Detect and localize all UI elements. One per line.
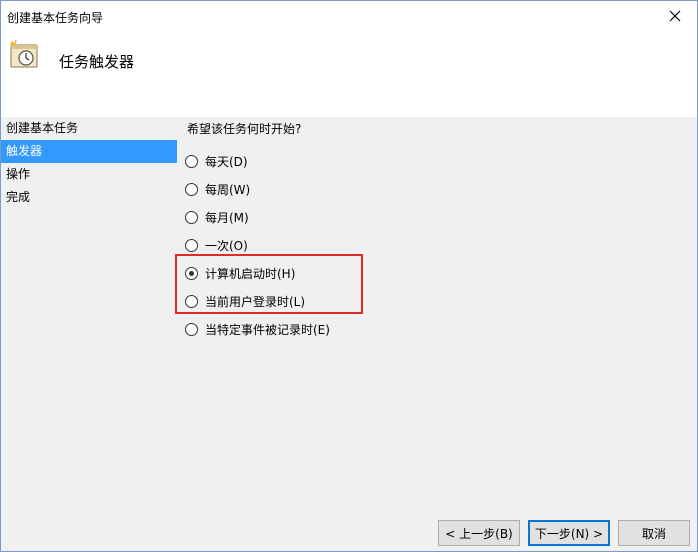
- task-clock-icon: [9, 39, 38, 68]
- wizard-body: 创建基本任务 触发器 操作 完成 希望该任务何时开始? 每天(D) 每周(W) …: [1, 117, 697, 551]
- window-title: 创建基本任务向导: [7, 11, 104, 25]
- radio-button[interactable]: [185, 238, 198, 252]
- option-label: 当特定事件被记录时(E): [205, 322, 330, 337]
- question-label: 希望该任务何时开始?: [187, 122, 302, 136]
- option-daily[interactable]: 每天(D): [185, 152, 248, 170]
- option-label: 每周(W): [205, 182, 251, 197]
- page-title: 任务触发器: [59, 53, 135, 71]
- option-weekly[interactable]: 每周(W): [185, 180, 250, 198]
- option-label: 每天(D): [205, 154, 248, 169]
- radio-button[interactable]: [185, 210, 198, 224]
- close-icon: [669, 10, 681, 22]
- option-label: 每月(M): [205, 210, 249, 225]
- option-once[interactable]: 一次(O): [185, 236, 248, 254]
- radio-button[interactable]: [185, 322, 198, 336]
- next-button[interactable]: 下一步(N) >: [528, 520, 610, 546]
- step-action[interactable]: 操作: [1, 163, 177, 186]
- cancel-button[interactable]: 取消: [618, 520, 690, 546]
- highlight-annotation: [175, 254, 363, 314]
- step-finish[interactable]: 完成: [1, 186, 177, 209]
- close-button[interactable]: [653, 1, 697, 31]
- radio-button[interactable]: [185, 154, 198, 168]
- back-button[interactable]: < 上一步(B): [438, 520, 520, 546]
- option-monthly[interactable]: 每月(M): [185, 208, 249, 226]
- step-trigger[interactable]: 触发器: [1, 140, 177, 163]
- step-list: 创建基本任务 触发器 操作 完成: [1, 117, 177, 209]
- wizard-header: 任务触发器: [1, 31, 697, 117]
- option-on-event[interactable]: 当特定事件被记录时(E): [185, 320, 330, 338]
- title-bar: 创建基本任务向导: [1, 1, 697, 31]
- trigger-options: 希望该任务何时开始? 每天(D) 每周(W) 每月(M) 一次(O) 计算机启动…: [185, 121, 687, 337]
- option-label: 一次(O): [205, 238, 248, 253]
- radio-button[interactable]: [185, 182, 198, 196]
- step-create-task[interactable]: 创建基本任务: [1, 117, 177, 140]
- wizard-window: 创建基本任务向导 任务触发器 创建基本任务 触发器 操作 完成 希望该任务何时开…: [0, 0, 698, 552]
